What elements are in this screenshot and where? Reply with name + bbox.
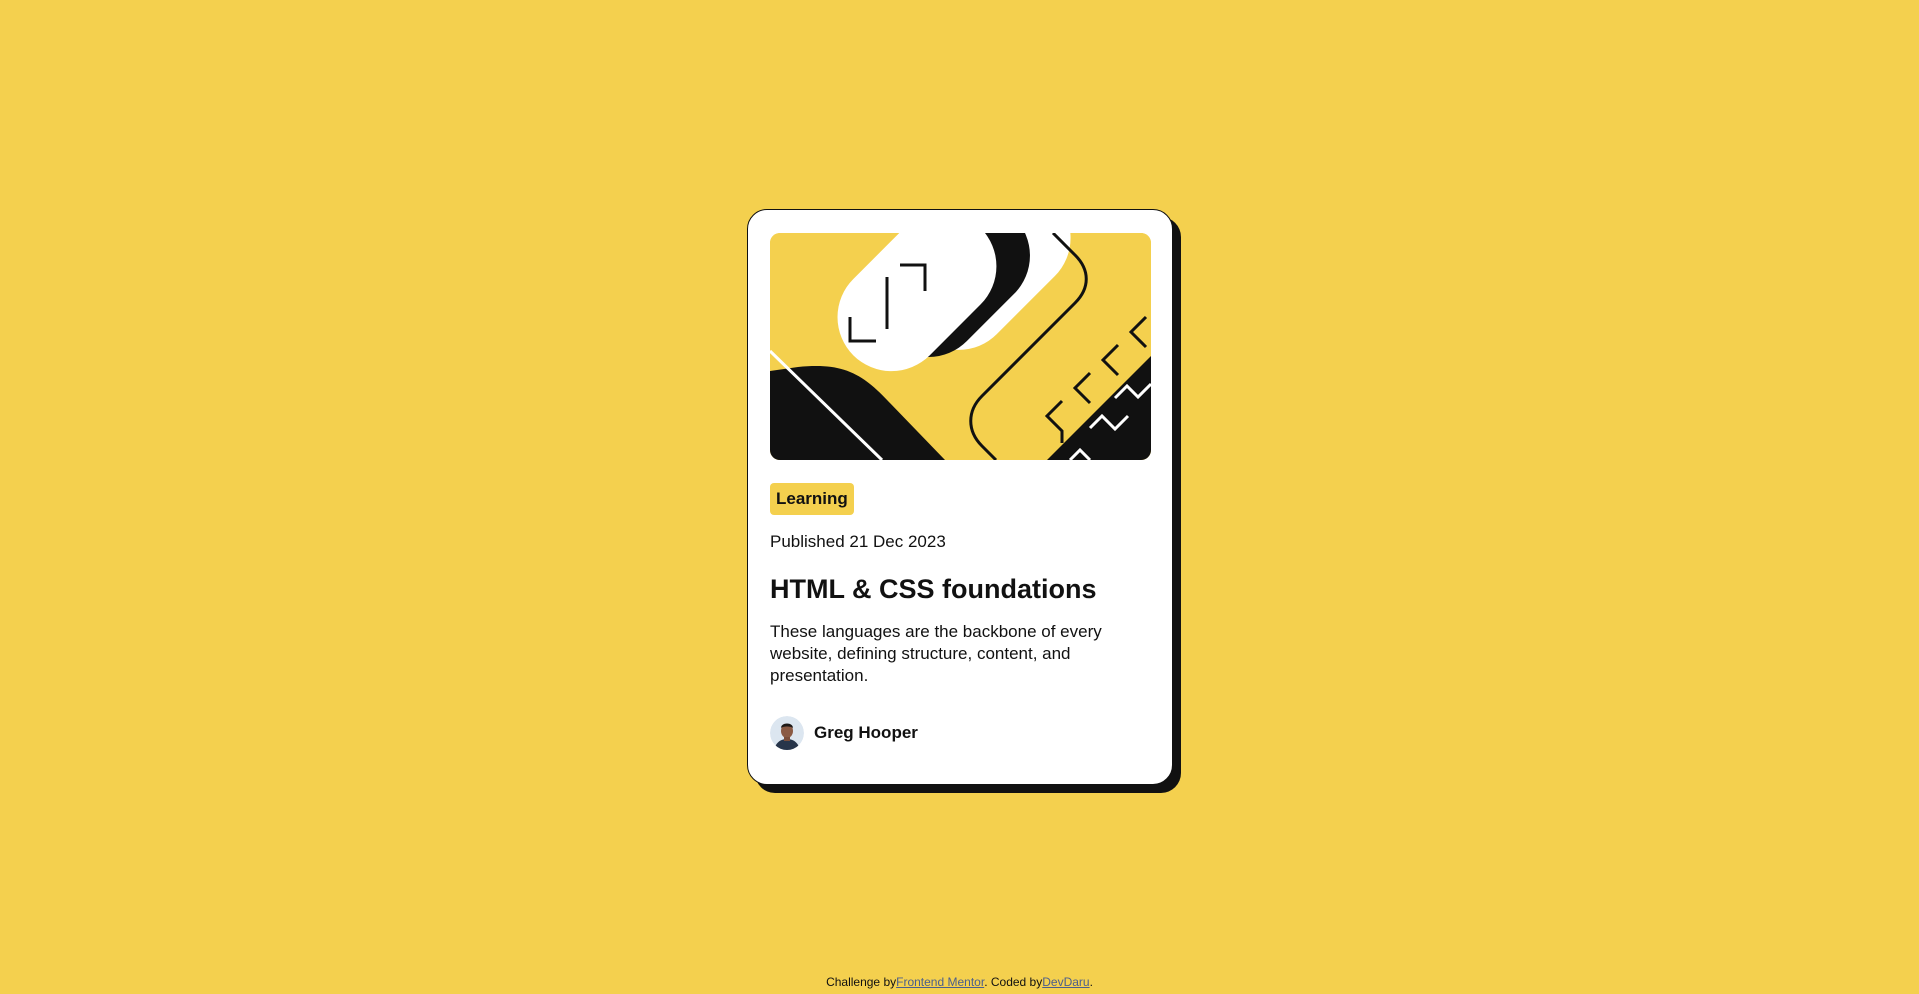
blog-preview-card: Learning Published 21 Dec 2023 HTML & CS…	[747, 209, 1173, 785]
devdaru-link[interactable]: DevDaru	[1042, 975, 1089, 989]
code-brackets-illustration	[770, 233, 1151, 460]
attribution: Challenge byFrontend Mentor. Coded byDev…	[0, 975, 1919, 989]
attribution-middle: . Coded by	[984, 975, 1043, 989]
card-description: These languages are the backbone of ever…	[770, 622, 1102, 685]
attribution-suffix: .	[1089, 975, 1093, 989]
published-date: Published 21 Dec 2023	[770, 532, 946, 551]
card-title-link[interactable]: HTML & CSS foundations	[770, 573, 1150, 605]
attribution-prefix: Challenge by	[826, 975, 897, 989]
author-name: Greg Hooper	[814, 723, 918, 742]
person-avatar-icon	[770, 716, 804, 750]
frontend-mentor-link[interactable]: Frontend Mentor	[896, 975, 984, 989]
author: Greg Hooper	[770, 716, 918, 750]
page: Learning Published 21 Dec 2023 HTML & CS…	[0, 0, 1919, 994]
category-tag: Learning	[770, 483, 854, 515]
